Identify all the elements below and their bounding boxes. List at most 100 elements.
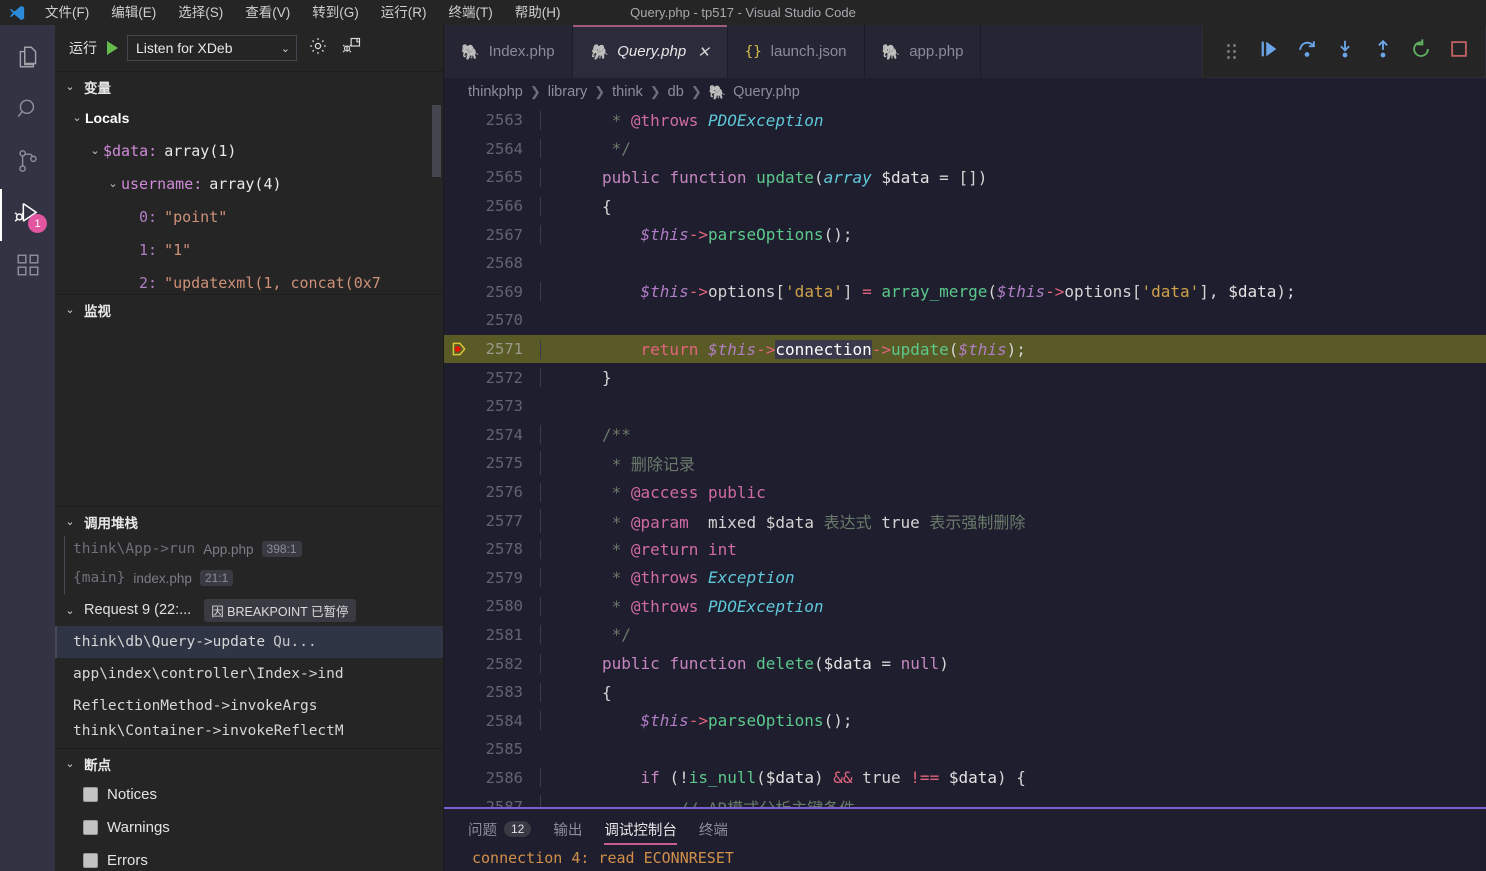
variables-row-username[interactable]: ⌄ username: array(4) <box>55 167 443 200</box>
code-line[interactable]: 2567 $this->parseOptions(); <box>444 220 1486 249</box>
menu-terminal[interactable]: 终端(T) <box>438 0 504 25</box>
debug-stop-button[interactable] <box>1441 33 1477 69</box>
panel-tab-output[interactable]: 输出 <box>553 809 582 849</box>
code-line[interactable]: 2577 * @param mixed $data 表达式 true 表示强制删… <box>444 506 1486 535</box>
launch-configuration-value: Listen for XDeb <box>136 40 233 56</box>
menu-bar[interactable]: 文件(F) 编辑(E) 选择(S) 查看(V) 转到(G) 运行(R) 终端(T… <box>34 0 572 25</box>
code-line[interactable]: 2584 $this->parseOptions(); <box>444 706 1486 735</box>
code-line[interactable]: 2582 public function delete($data = null) <box>444 649 1486 678</box>
code-line[interactable]: 2566 { <box>444 192 1486 221</box>
panel-tab-debug-console[interactable]: 调试控制台 <box>604 809 677 849</box>
activity-run-debug[interactable]: 1 <box>0 189 55 241</box>
callstack-row[interactable]: think\Container->invokeReflectM <box>55 722 443 740</box>
code-line[interactable]: 2575 * 删除记录 <box>444 449 1486 478</box>
breakpoint-row-errors[interactable]: Errors <box>55 844 443 871</box>
debug-continue-button[interactable] <box>1251 33 1287 69</box>
activity-extensions[interactable] <box>0 241 55 293</box>
chevron-down-icon: ⌄ <box>280 42 290 55</box>
code-line[interactable]: 2579 * @throws Exception <box>444 564 1486 593</box>
debug-step-over-button[interactable] <box>1289 33 1325 69</box>
breadcrumb[interactable]: thinkphp ❯ library ❯ think ❯ db ❯ 🐘 Quer… <box>444 78 1486 106</box>
code-line[interactable]: 2572} <box>444 363 1486 392</box>
code-line[interactable]: 2574 /** <box>444 421 1486 450</box>
callstack-row[interactable]: app\index\controller\Index->ind <box>55 658 443 690</box>
panel-tab-problems[interactable]: 问题 12 <box>468 809 532 849</box>
breadcrumb-item[interactable]: think <box>612 84 643 100</box>
callstack-session-row[interactable]: ⌄ Request 9 (22:... 因 BREAKPOINT 已暂停 <box>55 594 443 626</box>
variables-row-entry-0[interactable]: 0: "point" <box>55 200 443 233</box>
variables-row-data[interactable]: ⌄ $data: array(1) <box>55 134 443 167</box>
code-line[interactable]: 2583 { <box>444 678 1486 707</box>
code-line[interactable]: 2578 * @return int <box>444 535 1486 564</box>
line-number: 2576 <box>485 483 523 502</box>
code-line[interactable]: 2573 <box>444 392 1486 421</box>
debug-step-into-button[interactable] <box>1327 33 1363 69</box>
debug-restart-button[interactable] <box>1403 33 1439 69</box>
menu-help[interactable]: 帮助(H) <box>504 0 572 25</box>
code-line[interactable]: 2576 * @access public <box>444 478 1486 507</box>
code-editor[interactable]: 2563 * @throws PDOException 2564 */2565 pu… <box>444 106 1486 871</box>
breakpoint-checkbox[interactable] <box>83 820 98 835</box>
open-launch-json-button[interactable] <box>305 35 331 61</box>
variables-row-scope[interactable]: ⌄ Locals <box>55 101 443 134</box>
menu-run[interactable]: 运行(R) <box>370 0 438 25</box>
menu-selection[interactable]: 选择(S) <box>167 0 234 25</box>
code-token: !== <box>910 768 949 788</box>
debug-step-out-button[interactable] <box>1365 33 1401 69</box>
section-header-watch[interactable]: ⌄ 监视 <box>55 294 443 324</box>
breakpoint-row-notices[interactable]: Notices <box>55 778 443 811</box>
code-line[interactable]: 2568 <box>444 249 1486 278</box>
callstack-row[interactable]: think\db\Query->update Qu... <box>55 626 443 658</box>
code-token: parseOptions <box>707 711 824 731</box>
code-line[interactable]: 2563 * @throws PDOException <box>444 106 1486 135</box>
variables-row-entry-2[interactable]: 2: "updatexml(1, concat(0x7 <box>55 266 443 294</box>
menu-file[interactable]: 文件(F) <box>34 0 100 25</box>
code-line-text: public function update(array $data = []) <box>540 167 1486 187</box>
code-line[interactable]: 2569 $this->options['data'] = array_merg… <box>444 278 1486 307</box>
tab-query-php[interactable]: 🐘 Query.php ✕ <box>572 25 728 78</box>
tab-app-php[interactable]: 🐘 app.php <box>864 25 982 78</box>
launch-configuration-select[interactable]: Listen for XDeb ⌄ <box>127 35 297 61</box>
section-header-variables[interactable]: ⌄ 变量 <box>55 71 443 101</box>
breakpoints-list[interactable]: Notices Warnings Errors <box>55 778 443 871</box>
watch-list[interactable] <box>55 324 443 506</box>
debug-toolbar-drag-handle[interactable] <box>1213 33 1249 69</box>
section-header-callstack[interactable]: ⌄ 调用堆栈 <box>55 506 443 536</box>
close-icon[interactable]: ✕ <box>697 43 710 61</box>
variables-row-entry-1[interactable]: 1: "1" <box>55 233 443 266</box>
activity-explorer[interactable] <box>0 33 55 85</box>
code-line[interactable]: 2585 <box>444 735 1486 764</box>
breakpoint-checkbox[interactable] <box>83 787 98 802</box>
tab-launch-json[interactable]: {} launch.json <box>727 25 865 78</box>
breadcrumb-item[interactable]: thinkphp <box>468 84 523 100</box>
callstack-row[interactable]: ReflectionMethod->invokeArgs <box>55 690 443 722</box>
code-line[interactable]: 2565 public function update(array $data =… <box>444 163 1486 192</box>
code-line[interactable]: 2571 return $this->connection->update($t… <box>444 334 1486 364</box>
code-line[interactable]: 2586 if (!is_null($data) && true !== $da… <box>444 764 1486 793</box>
code-line[interactable]: 2564 */ <box>444 135 1486 164</box>
breakpoint-checkbox[interactable] <box>83 853 98 868</box>
tab-index-php[interactable]: 🐘 Index.php <box>444 25 573 78</box>
activity-source-control[interactable] <box>0 137 55 189</box>
menu-view[interactable]: 查看(V) <box>234 0 301 25</box>
code-line[interactable]: 2570 <box>444 306 1486 335</box>
code-line[interactable]: 2581 */ <box>444 621 1486 650</box>
callstack-list[interactable]: think\App->run App.php 398:1 {main} inde… <box>55 536 443 748</box>
start-debugging-icon[interactable] <box>107 41 118 55</box>
callstack-row[interactable]: {main} index.php 21:1 <box>55 562 443 594</box>
breakpoint-row-warnings[interactable]: Warnings <box>55 811 443 844</box>
section-header-breakpoints[interactable]: ⌄ 断点 <box>55 748 443 778</box>
variables-scrollbar[interactable] <box>432 105 441 177</box>
menu-edit[interactable]: 编辑(E) <box>100 0 167 25</box>
activity-search[interactable] <box>0 85 55 137</box>
menu-go[interactable]: 转到(G) <box>301 0 370 25</box>
breadcrumb-item[interactable]: library <box>548 84 587 100</box>
breadcrumb-item[interactable]: db <box>668 84 684 100</box>
breakpoint-icon[interactable] <box>452 342 467 357</box>
panel-tab-terminal[interactable]: 终端 <box>699 809 728 849</box>
breadcrumb-item[interactable]: Query.php <box>733 84 800 100</box>
variables-tree[interactable]: ⌄ Locals ⌄ $data: array(1) ⌄ username: a… <box>55 101 443 294</box>
callstack-row[interactable]: think\App->run App.php 398:1 <box>55 536 443 562</box>
code-line[interactable]: 2580 * @throws PDOException <box>444 592 1486 621</box>
open-debug-console-button[interactable] <box>339 35 365 61</box>
